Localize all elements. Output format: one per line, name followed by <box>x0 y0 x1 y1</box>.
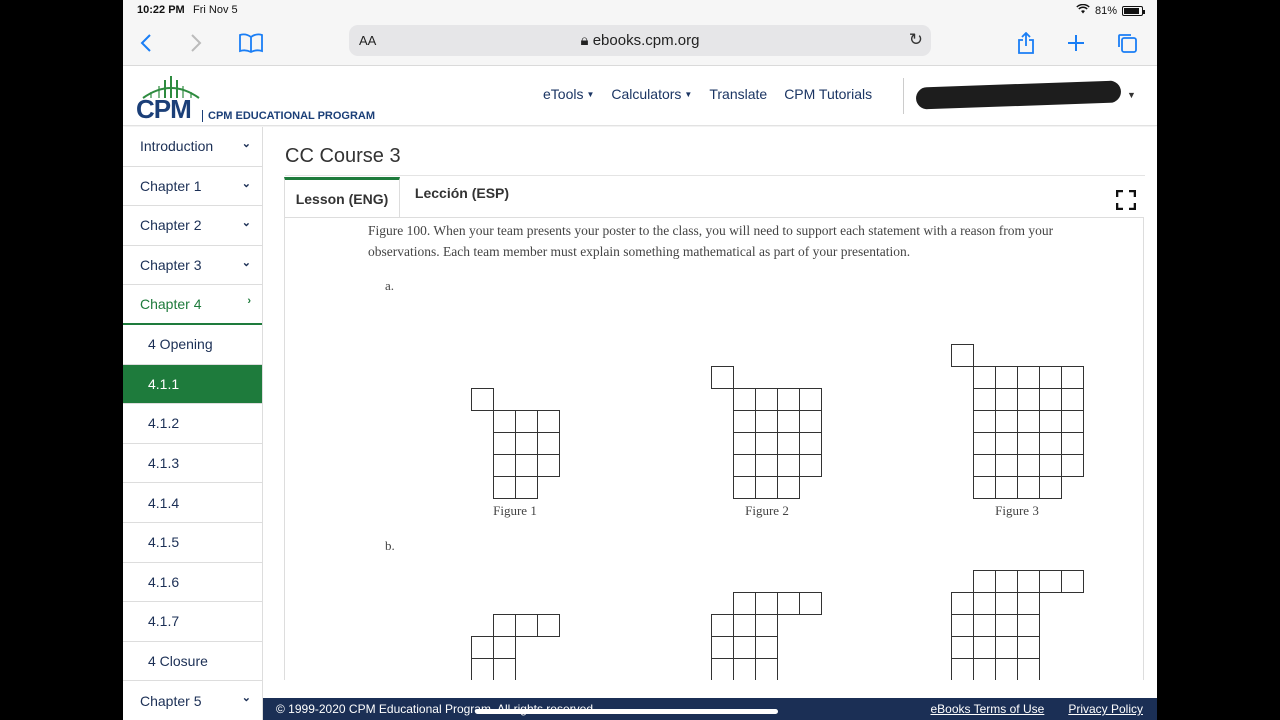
share-icon[interactable] <box>1011 28 1041 58</box>
caret-down-icon[interactable]: ▼ <box>1127 90 1136 100</box>
figure-3-caption: Figure 3 <box>995 503 1039 518</box>
figure-2-caption: Figure 2 <box>745 503 789 518</box>
sidebar-item-4-1-4[interactable]: 4.1.4 <box>123 483 262 523</box>
sidebar-item-4-1-2[interactable]: 4.1.2 <box>123 404 262 444</box>
sidebar-item-chapter-4[interactable]: Chapter 4 › <box>123 285 262 325</box>
sidebar-item-label: 4 Closure <box>148 653 208 670</box>
logo-subtitle: CPM EDUCATIONAL PROGRAM <box>202 110 375 122</box>
chevron-right-icon: › <box>247 295 251 308</box>
sidebar-item-4-1-1[interactable]: 4.1.1 <box>123 364 262 405</box>
sidebar-item-label: 4.1.5 <box>148 534 180 551</box>
battery-icon <box>1122 5 1145 16</box>
nav-etools[interactable]: eTools ▼ <box>543 86 594 102</box>
part-b-figure-1 <box>471 614 560 680</box>
lock-icon: 🔒︎ <box>580 32 589 49</box>
sidebar-item-chapter-2[interactable]: Chapter 2 ⌄ <box>123 206 262 246</box>
part-a-figure-1 <box>471 388 560 499</box>
wifi-icon <box>1076 3 1090 17</box>
logo-text: CPM <box>136 94 192 124</box>
lesson-paragraph: Figure 100. When your team presents your… <box>368 223 1054 259</box>
home-indicator[interactable] <box>475 709 778 714</box>
url-display: 🔒︎ ebooks.cpm.org <box>349 32 931 49</box>
tab-lesson-eng[interactable]: Lesson (ENG) <box>284 177 400 217</box>
part-a-figure-3 <box>951 344 1084 499</box>
tabs-overview-icon[interactable] <box>1112 28 1142 58</box>
cpm-logo[interactable]: CPM CPM EDUCATIONAL PROGRAM <box>136 72 376 124</box>
chevron-down-icon: ⌄ <box>241 177 251 190</box>
url-text: ebooks.cpm.org <box>592 32 700 49</box>
sidebar-item-label: Chapter 3 <box>140 257 202 274</box>
chevron-down-icon: ⌄ <box>241 256 251 269</box>
forward-icon[interactable] <box>181 28 211 58</box>
sidebar-item-label: Chapter 2 <box>140 217 202 234</box>
sidebar-item-chapter-3[interactable]: Chapter 3 ⌄ <box>123 246 262 286</box>
sidebar-item-4-1-7[interactable]: 4.1.7 <box>123 602 262 642</box>
address-bar[interactable]: AA 🔒︎ ebooks.cpm.org ↻ <box>349 25 931 56</box>
sidebar-item-label: Chapter 1 <box>140 177 202 194</box>
sidebar-item-4-closure[interactable]: 4 Closure <box>123 642 262 682</box>
sidebar-item-label: 4.1.7 <box>148 613 180 630</box>
nav-translate[interactable]: Translate <box>709 86 767 102</box>
main-content: CC Course 3 Lesson (ENG) Lección (ESP) F… <box>263 127 1157 698</box>
sidebar-item-4-opening[interactable]: 4 Opening <box>123 325 262 365</box>
chapter-sidebar: Introduction ⌄ Chapter 1 ⌄ Chapter 2 ⌄ Chap… <box>123 127 263 720</box>
status-time: 10:22 PM <box>137 4 185 16</box>
sidebar-item-label: 4.1.4 <box>148 494 180 511</box>
privacy-policy-link[interactable]: Privacy Policy <box>1068 702 1143 716</box>
part-b-figure-2 <box>711 592 822 680</box>
user-account-redacted[interactable] <box>915 80 1122 110</box>
sidebar-item-label: 4.1.1 <box>148 375 180 392</box>
sidebar-item-label: Chapter 5 <box>140 692 202 709</box>
nav-divider <box>903 78 904 114</box>
nav-label: eTools <box>543 86 584 102</box>
sidebar-item-label: 4 Opening <box>148 336 213 353</box>
language-tabs: Lesson (ENG) Lección (ESP) <box>284 177 1144 217</box>
reload-icon[interactable]: ↻ <box>909 30 923 50</box>
top-nav: eTools ▼ Calculators ▼ Translate CPM Tutor… <box>543 86 872 102</box>
battery-percent: 81% <box>1094 4 1117 17</box>
fullscreen-icon[interactable] <box>1115 189 1137 211</box>
page-title: CC Course 3 <box>285 145 401 167</box>
status-bar: 10:22 PM Fri Nov 5 81% <box>123 0 1157 22</box>
part-a-figure-2 <box>711 366 822 499</box>
nav-cpm-tutorials[interactable]: CPM Tutorials <box>784 86 872 102</box>
lesson-panel: Figure 100. When your team presents your… <box>284 217 1144 680</box>
site-header: CPM CPM EDUCATIONAL PROGRAM eTools ▼ Calc… <box>123 66 1157 126</box>
sidebar-item-4-1-3[interactable]: 4.1.3 <box>123 444 262 484</box>
sidebar-item-label: Chapter 4 <box>140 296 202 313</box>
sidebar-item-introduction[interactable]: Introduction ⌄ <box>123 127 262 167</box>
bookmarks-icon[interactable] <box>236 28 266 58</box>
caret-down-icon: ▼ <box>586 90 595 99</box>
part-b-label: b. <box>385 538 395 553</box>
part-a-label: a. <box>385 278 395 293</box>
nav-calculators[interactable]: Calculators ▼ <box>611 86 692 102</box>
chevron-down-icon: ⌄ <box>241 138 251 150</box>
figure-1-caption: Figure 1 <box>493 503 537 518</box>
new-tab-icon[interactable] <box>1061 28 1091 58</box>
chevron-down-icon: ⌄ <box>241 217 251 230</box>
back-icon[interactable] <box>131 28 161 58</box>
status-right: 81% <box>1076 3 1145 17</box>
part-b-figure-3 <box>951 570 1084 680</box>
ipad-screen: 10:22 PM Fri Nov 5 81% AA 🔒︎ ebooks.cpm.… <box>123 0 1157 720</box>
status-date: Fri Nov 5 <box>193 4 238 16</box>
sidebar-item-chapter-1[interactable]: Chapter 1 ⌄ <box>123 167 262 207</box>
chevron-down-icon: ⌄ <box>241 692 251 705</box>
tab-leccion-esp[interactable]: Lección (ESP) <box>402 173 522 213</box>
sidebar-item-label: 4.1.3 <box>148 455 180 472</box>
sidebar-item-label: 4.1.2 <box>148 415 180 432</box>
caret-down-icon: ▼ <box>684 90 693 99</box>
sidebar-item-chapter-5[interactable]: Chapter 5 ⌄ <box>123 681 262 720</box>
safari-toolbar: AA 🔒︎ ebooks.cpm.org ↻ <box>123 22 1157 66</box>
terms-of-use-link[interactable]: eBooks Terms of Use <box>930 702 1044 716</box>
sidebar-item-4-1-5[interactable]: 4.1.5 <box>123 523 262 563</box>
sidebar-item-label: 4.1.6 <box>148 573 180 590</box>
nav-label: Calculators <box>611 86 682 102</box>
footer-links: eBooks Terms of Use Privacy Policy <box>930 702 1143 716</box>
sidebar-item-4-1-6[interactable]: 4.1.6 <box>123 563 262 603</box>
sidebar-item-label: Introduction <box>140 138 214 155</box>
